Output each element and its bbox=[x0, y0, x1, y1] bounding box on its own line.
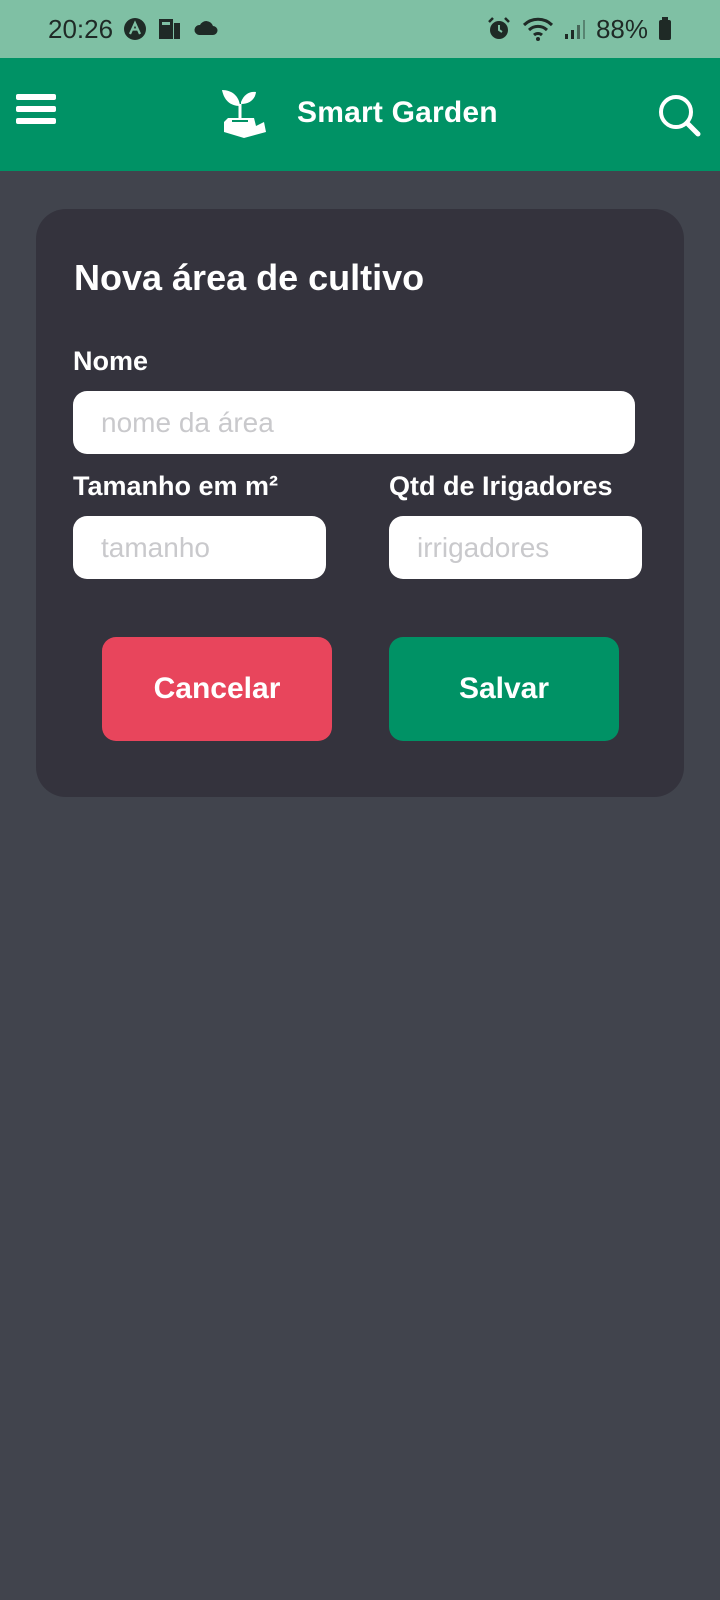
app-title: Smart Garden bbox=[297, 96, 498, 129]
size-label: Tamanho em m² bbox=[73, 471, 279, 501]
irrigators-count-input[interactable] bbox=[389, 516, 642, 579]
alarm-icon bbox=[486, 16, 512, 42]
area-name-input[interactable] bbox=[73, 391, 635, 454]
search-icon[interactable] bbox=[656, 92, 702, 138]
status-bar: 20:26 88% bbox=[0, 0, 720, 58]
book-notification-icon bbox=[157, 17, 183, 41]
cancel-button[interactable]: Cancelar bbox=[102, 637, 332, 741]
status-bar-right: 88% bbox=[486, 14, 672, 45]
cloud-icon bbox=[193, 19, 219, 39]
save-button[interactable]: Salvar bbox=[389, 637, 619, 741]
app-bar: Smart Garden bbox=[0, 58, 720, 171]
area-size-input[interactable] bbox=[73, 516, 326, 579]
status-bar-left: 20:26 bbox=[48, 14, 219, 45]
wifi-icon bbox=[522, 16, 554, 42]
new-area-form-card: Nova área de cultivo Nome Tamanho em m² … bbox=[36, 209, 684, 797]
battery-icon bbox=[658, 17, 672, 41]
plant-in-hand-icon bbox=[218, 88, 270, 140]
status-time: 20:26 bbox=[48, 13, 114, 44]
name-label: Nome bbox=[73, 346, 149, 376]
form-title: Nova área de cultivo bbox=[74, 257, 425, 298]
battery-percentage: 88% bbox=[595, 13, 648, 44]
hamburger-menu-icon[interactable] bbox=[16, 94, 56, 134]
app-notification-icon bbox=[123, 17, 147, 41]
signal-icon bbox=[564, 18, 586, 40]
irrigators-label: Qtd de Irigadores bbox=[389, 471, 613, 501]
